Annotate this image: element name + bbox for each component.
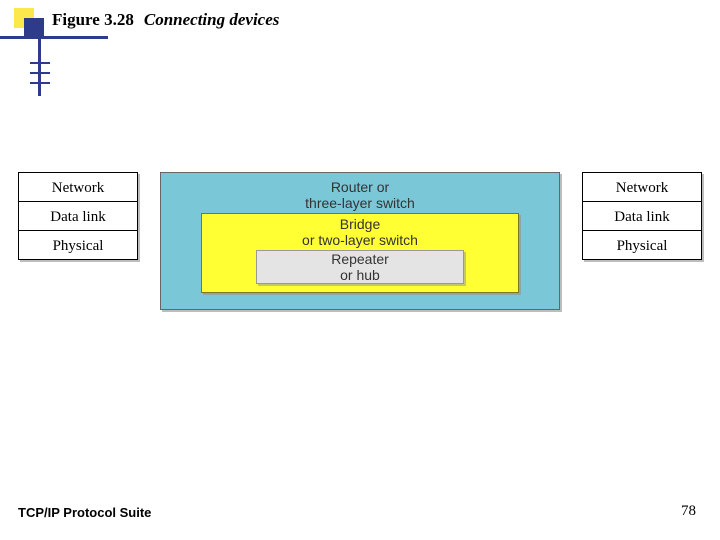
figure-title: Connecting devices — [144, 8, 280, 30]
decor-rule-v — [38, 36, 41, 96]
decor-tick — [30, 72, 50, 74]
bridge-box: Bridge or two-layer switch Repeater or h… — [201, 213, 519, 293]
layer-cell: Data link — [582, 201, 702, 231]
footer-left: TCP/IP Protocol Suite — [18, 505, 151, 520]
right-layer-stack: Network Data link Physical — [582, 172, 702, 259]
page-number: 78 — [681, 503, 696, 520]
decor-tick — [30, 62, 50, 64]
left-layer-stack: Network Data link Physical — [18, 172, 138, 259]
repeater-box: Repeater or hub — [256, 250, 464, 284]
layer-cell: Network — [18, 172, 138, 202]
bridge-line1: Bridge — [226, 216, 494, 232]
decor-rule-h — [0, 36, 108, 39]
devices-box: Router or three-layer switch Bridge or t… — [160, 172, 560, 310]
router-line1: Router or — [183, 179, 537, 195]
layer-cell: Physical — [582, 230, 702, 260]
repeater-line2: or hub — [267, 267, 453, 283]
figure-number: Figure 3.28 — [52, 8, 134, 30]
router-line2: three-layer switch — [183, 195, 537, 211]
diagram: Network Data link Physical Router or thr… — [18, 172, 702, 310]
layer-cell: Data link — [18, 201, 138, 231]
layer-cell: Physical — [18, 230, 138, 260]
bridge-line2: or two-layer switch — [226, 232, 494, 248]
title-bar: Figure 3.28 Connecting devices — [14, 8, 279, 36]
decor-tick — [30, 82, 50, 84]
slide-logo — [14, 8, 42, 36]
router-box: Router or three-layer switch — [183, 179, 537, 211]
repeater-line1: Repeater — [267, 251, 453, 267]
layer-cell: Network — [582, 172, 702, 202]
